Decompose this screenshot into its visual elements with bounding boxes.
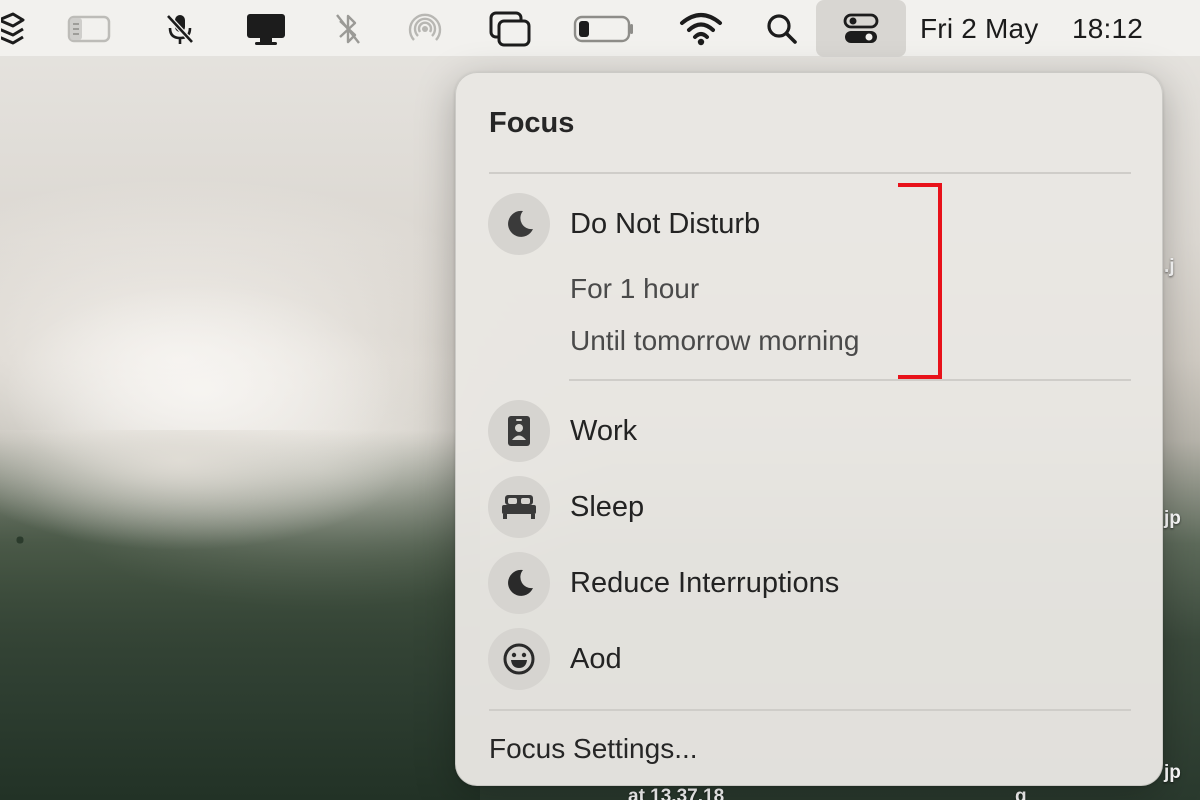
focus-menu-panel: Focus Do Not Disturb For 1 hour Until to… [455,72,1163,786]
bed-icon [488,476,550,538]
screen-mirroring-icon[interactable] [486,0,534,57]
search-icon[interactable] [764,0,800,57]
desktop-file-label[interactable]: at 13.37.18 [628,786,724,800]
focus-mode-reduce-interruptions[interactable]: Reduce Interruptions [488,552,1128,614]
microphone-muted-icon[interactable] [160,0,200,57]
divider [489,172,1131,174]
id-badge-icon [488,400,550,462]
wallpaper-forest [0,430,480,800]
layers-app-icon[interactable] [0,0,28,57]
desktop-file-label[interactable]: jp [1164,762,1181,784]
battery-icon[interactable] [572,0,636,57]
desktop-file-label[interactable]: jp [1164,508,1181,530]
desktop-file-label[interactable]: g [1015,786,1027,800]
dnd-option-until-morning[interactable]: Until tomorrow morning [570,325,859,357]
focus-mode-label: Sleep [570,490,645,523]
sidebar-toggle-icon[interactable] [64,0,112,57]
menubar-time[interactable]: 18:12 [1072,0,1143,57]
smiley-icon [488,628,550,690]
desktop-file-label[interactable]: .j [1164,256,1175,278]
airdrop-icon[interactable] [404,0,446,57]
bluetooth-icon[interactable] [330,0,366,57]
focus-mode-sleep[interactable]: Sleep [488,476,1128,538]
display-icon[interactable] [244,0,288,57]
focus-mode-work[interactable]: Work [488,400,1128,462]
focus-mode-label: Do Not Disturb [570,207,761,240]
focus-mode-do-not-disturb[interactable]: Do Not Disturb [488,193,1128,255]
divider [489,709,1131,711]
moon-icon [488,193,550,255]
dnd-option-1-hour[interactable]: For 1 hour [570,273,699,305]
focus-mode-label: Reduce Interruptions [570,566,840,599]
focus-settings-link[interactable]: Focus Settings... [489,733,698,765]
divider [569,379,1131,381]
focus-mode-aod[interactable]: Aod [488,628,1128,690]
focus-mode-label: Work [570,414,638,447]
focus-mode-label: Aod [570,642,622,675]
focus-menu-title: Focus [489,107,575,139]
wifi-icon[interactable] [678,0,724,57]
menubar-date[interactable]: Fri 2 May [920,0,1038,57]
menu-bar: Fri 2 May 18:12 [0,0,1200,57]
annotation-bracket [898,183,942,379]
moon-icon [488,552,550,614]
control-center-icon[interactable] [816,0,906,57]
